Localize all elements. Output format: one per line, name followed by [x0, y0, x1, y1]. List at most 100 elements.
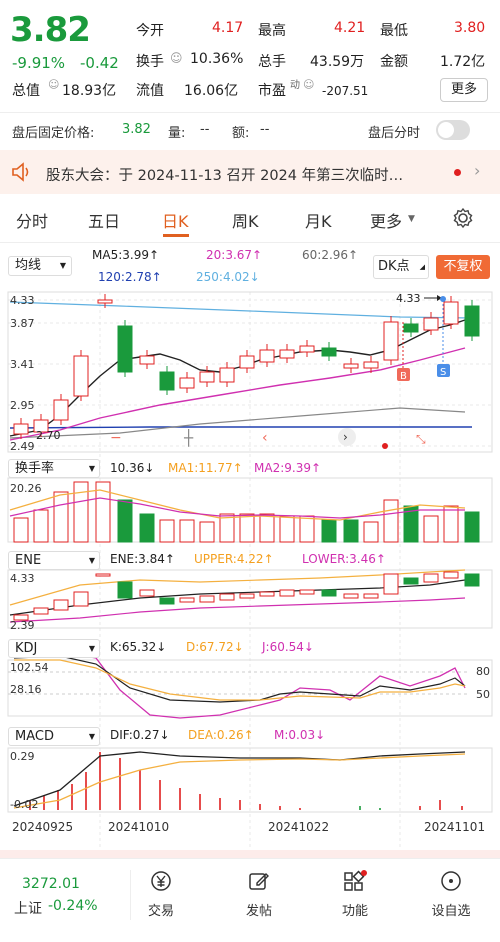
- add-circle-icon: [441, 871, 461, 891]
- price-axis-2: 3.87: [10, 317, 35, 330]
- candle: [139, 355, 155, 365]
- price-axis-5: 2.49: [10, 440, 35, 453]
- macd-selector[interactable]: MACD ▼: [8, 727, 100, 746]
- mktcap-value: 18.93亿: [62, 83, 117, 99]
- high-label: 最高: [258, 23, 286, 39]
- tab-weekly-k[interactable]: 周K: [232, 208, 259, 232]
- candle: [259, 349, 275, 363]
- ma5-label: MA5:3.99↑: [92, 248, 160, 262]
- turnover-bar: [363, 521, 379, 543]
- kdj-level-80: 80: [476, 665, 490, 678]
- nav-trade[interactable]: 交易: [126, 870, 196, 919]
- dk-point-label: DK点: [378, 259, 410, 274]
- grid-icon: [344, 870, 367, 891]
- price-axis-1: 4.33: [10, 294, 35, 307]
- yen-icon: [151, 871, 171, 891]
- candle: [321, 347, 337, 357]
- ma20-label: 20:3.67↑: [206, 248, 263, 262]
- gear-icon[interactable]: [452, 207, 474, 229]
- ma60-label: 60:2.96↑: [302, 248, 359, 262]
- candle: [73, 355, 89, 397]
- candle: [299, 345, 315, 353]
- pe-sup: 动: [290, 80, 300, 91]
- fixed-price-value: 3.82: [122, 122, 151, 137]
- kdj-selector[interactable]: KDJ ▼: [8, 639, 100, 658]
- date-label-4: 20241101: [424, 820, 486, 834]
- chevron-right-icon[interactable]: ›: [474, 161, 480, 180]
- date-label-1: 20240925: [12, 820, 74, 834]
- ene-selector-label: ENE: [15, 553, 42, 568]
- ah-intraday-toggle[interactable]: [436, 120, 470, 140]
- notice-dot: [454, 169, 461, 176]
- speaker-icon: [12, 162, 29, 182]
- info-icon[interactable]: ☺: [303, 78, 314, 91]
- info-icon[interactable]: ☺: [48, 78, 59, 91]
- float-value: 16.06亿: [184, 83, 239, 99]
- tab-5day[interactable]: 五日: [88, 208, 120, 232]
- ma120-line: [9, 426, 472, 429]
- turnover-label: 换手: [136, 54, 164, 70]
- tab-monthly-k[interactable]: 月K: [305, 208, 332, 232]
- high-value: 4.21: [334, 20, 366, 36]
- amount-value: 1.72亿: [440, 54, 486, 70]
- turnover-bar: [199, 521, 215, 543]
- ma250-label: 250:4.02↓: [196, 270, 260, 284]
- crosshair-icon[interactable]: ┼: [183, 428, 194, 447]
- candle: [363, 361, 379, 369]
- ah-volume: --: [200, 122, 210, 137]
- volume-label: 总手: [258, 54, 286, 70]
- turnover-selector[interactable]: 换手率 ▼: [8, 459, 100, 478]
- kdj-axis-top: 102.54: [10, 661, 49, 674]
- info-icon[interactable]: ☺: [170, 51, 183, 65]
- turnover-value: 10.36%: [190, 51, 244, 67]
- turnover-bar: [423, 515, 439, 543]
- mktcap-label: 总值: [12, 83, 40, 99]
- low-mark: 2.70: [36, 429, 61, 442]
- ene-candle: [321, 589, 337, 597]
- more-button[interactable]: 更多: [440, 78, 488, 102]
- ene-val: ENE:3.84↑: [110, 552, 175, 566]
- ene-candle: [464, 573, 480, 587]
- float-label: 流值: [136, 83, 164, 99]
- ene-candle: [239, 593, 255, 599]
- tab-more[interactable]: 更多: [370, 208, 402, 232]
- nav-watchlist[interactable]: 设自选: [416, 870, 486, 919]
- change-value: -0.42: [80, 54, 119, 72]
- dk-point-button[interactable]: DK点 ◢: [373, 255, 429, 279]
- nav-functions[interactable]: 功能: [320, 870, 390, 919]
- minus-icon[interactable]: −: [110, 430, 122, 446]
- open-value: 4.17: [212, 20, 244, 36]
- low-label: 最低: [380, 23, 408, 39]
- ma-selector[interactable]: 均线 ▼: [8, 256, 72, 276]
- turnover-bar: [33, 509, 49, 543]
- ma120-label: 120:2.78↑: [98, 270, 162, 284]
- tab-daily-k[interactable]: 日K: [162, 208, 189, 232]
- ene-candle: [443, 571, 459, 579]
- ene-candle: [73, 591, 89, 607]
- tab-intraday[interactable]: 分时: [16, 208, 48, 232]
- candle: [53, 399, 69, 421]
- ene-selector[interactable]: ENE ▼: [8, 551, 100, 570]
- ene-axis-bot: 2.39: [10, 619, 35, 632]
- expand-icon[interactable]: ⤡: [416, 432, 426, 446]
- turnover-ma2: MA2:9.39↑: [254, 461, 322, 475]
- volume-value: 43.59万: [310, 54, 365, 70]
- ene-candle: [403, 577, 419, 585]
- nav-functions-label: 功能: [341, 904, 368, 919]
- macd-axis-top: 0.29: [10, 750, 35, 763]
- kdj-selector-label: KDJ: [15, 641, 38, 656]
- turnover-val: 10.36↓: [110, 461, 155, 475]
- turnover-bar: [321, 519, 337, 543]
- ene-candle: [117, 581, 133, 599]
- candle: [343, 363, 359, 369]
- ma-selector-label: 均线: [15, 258, 42, 273]
- kdj-k: K:65.32↓: [110, 640, 167, 654]
- ene-candle: [343, 593, 359, 599]
- ah-volume-label: 量:: [168, 126, 186, 141]
- chevron-left-icon[interactable]: ‹: [262, 430, 268, 446]
- adjust-button[interactable]: 不复权: [436, 255, 490, 279]
- index-value[interactable]: 3272.01: [22, 876, 80, 892]
- high-mark: 4.33: [396, 292, 421, 305]
- nav-post[interactable]: 发帖: [224, 870, 294, 919]
- kline-chart[interactable]: 4.33 B S 2.70 − ┼ ‹ › ⤡: [0, 288, 500, 858]
